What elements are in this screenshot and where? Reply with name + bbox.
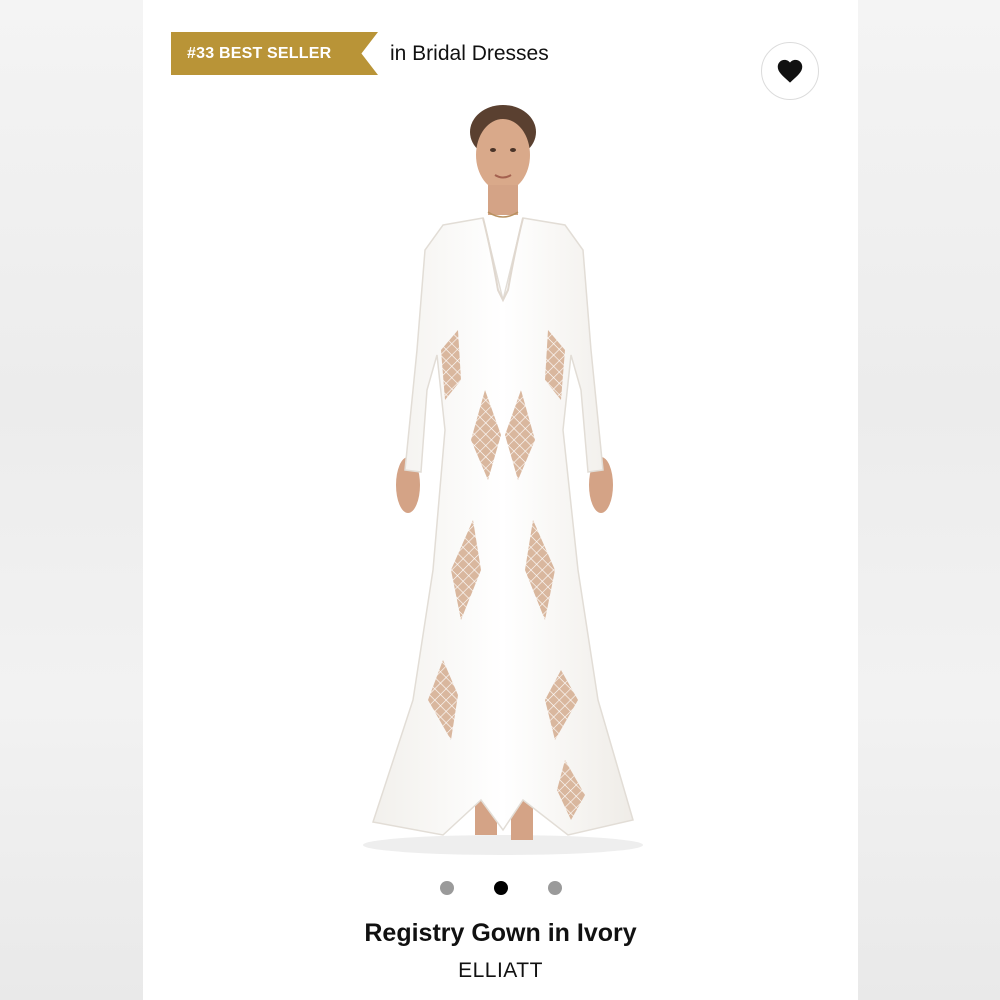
product-brand[interactable]: ELLIATT [143, 956, 858, 986]
product-photo[interactable] [333, 100, 673, 860]
heart-icon [777, 59, 803, 83]
product-card: #33 BEST SELLER in Bridal Dresses Regist… [143, 0, 858, 1000]
carousel-indicators [143, 881, 858, 895]
carousel-dot-3[interactable] [547, 881, 562, 895]
product-title[interactable]: Registry Gown in Ivory [143, 915, 858, 951]
background-left [0, 0, 143, 1000]
carousel-dot-2[interactable] [493, 881, 508, 895]
best-seller-badge[interactable]: #33 BEST SELLER [171, 32, 378, 75]
best-seller-category[interactable]: in Bridal Dresses [390, 40, 549, 68]
carousel-dot-1[interactable] [439, 881, 454, 895]
background-right [858, 0, 1000, 1000]
favorite-button[interactable] [761, 42, 819, 100]
